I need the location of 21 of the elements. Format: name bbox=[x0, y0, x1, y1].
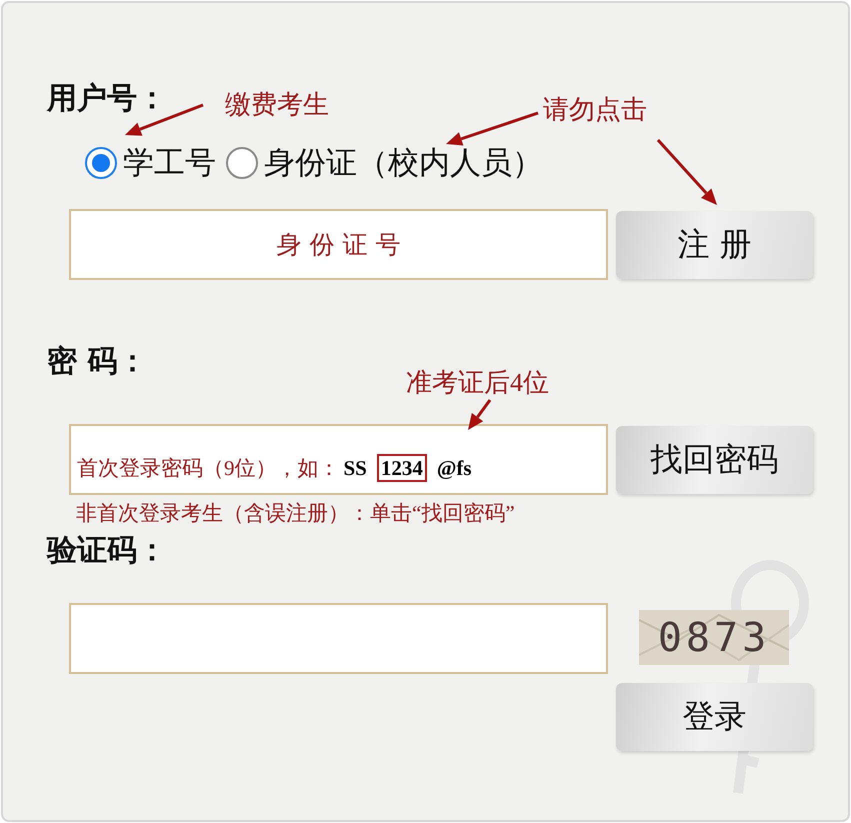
annotation-arrow bbox=[468, 399, 492, 430]
annotation-text: 缴费考生 bbox=[225, 89, 329, 121]
annotation-text: 准考证后4位 bbox=[406, 367, 549, 399]
id-number-field[interactable]: 身 份 证 号 bbox=[69, 209, 608, 280]
annotation-text: 请勿点击 bbox=[543, 94, 647, 126]
captcha-image: 0873 bbox=[639, 610, 789, 665]
password-field[interactable]: 首次登录密码（9位），如： SS 1234 @fs bbox=[69, 424, 608, 495]
recover-password-button[interactable]: 找回密码 bbox=[616, 426, 813, 494]
captcha-field[interactable] bbox=[69, 603, 608, 674]
user-id-label: 用户号： bbox=[47, 80, 167, 118]
password-hint: 首次登录密码（9位），如： SS 1234 @fs bbox=[77, 453, 473, 484]
radio-label: 学工号 bbox=[123, 144, 216, 183]
password-note: 非首次登录考生（含误注册）：单击“找回密码” bbox=[76, 500, 515, 527]
radio-label: 身份证（校内人员） bbox=[264, 144, 543, 183]
register-button[interactable]: 注 册 bbox=[616, 210, 813, 278]
captcha-label: 验证码： bbox=[47, 532, 167, 570]
radio-button[interactable] bbox=[226, 147, 258, 179]
password-label: 密 码： bbox=[47, 343, 148, 381]
annotation-arrow bbox=[656, 139, 717, 205]
login-button[interactable]: 登录 bbox=[616, 683, 813, 751]
radio-button[interactable] bbox=[85, 147, 117, 179]
